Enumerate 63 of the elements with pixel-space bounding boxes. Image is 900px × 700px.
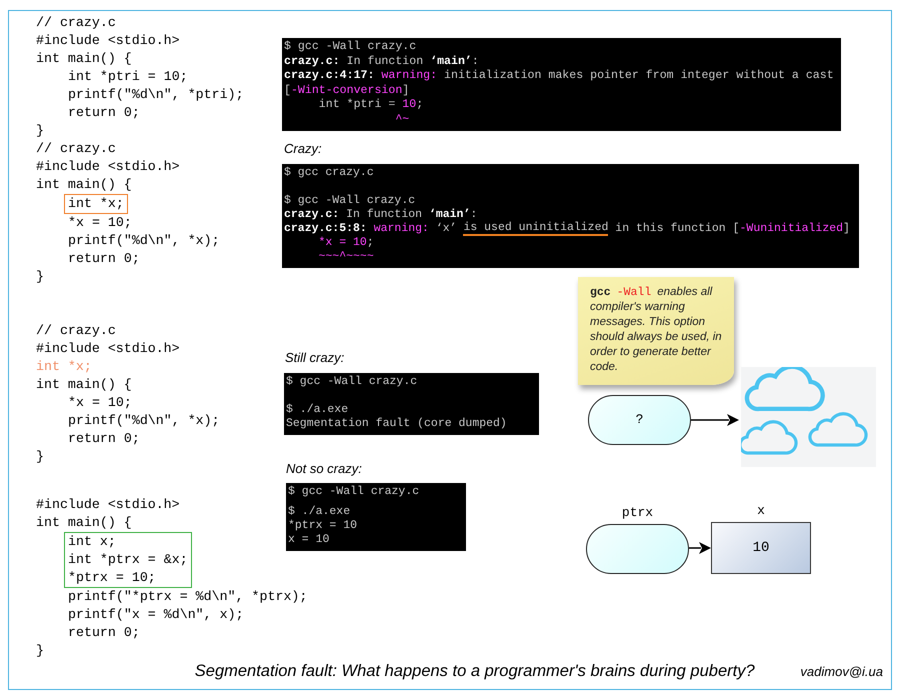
code-line: // crazy.c [36,140,117,158]
terminal-caption: Not so crazy: [286,461,363,477]
code-line: int *ptrx = &x; [68,551,188,569]
code-line: printf("%d\n", *x); [68,232,220,250]
code-line: int *ptri = 10; [68,68,188,86]
code-line: int *x; [68,195,124,213]
memory-box: 10 [711,522,811,574]
pointer-node: ? [588,394,691,444]
code-line: } [36,642,45,660]
code-line: } [36,268,45,286]
code-line: } [36,122,45,140]
terminal-line: $ gcc -Wall crazy.c [284,194,416,208]
code-line: *ptrx = 10; [68,569,157,587]
code-line: return 0; [68,104,140,122]
terminal-caption: Crazy: [284,141,323,157]
terminal-line: [-Wint-conversion] [284,84,410,98]
terminal-line: *ptrx = 10 [288,519,358,533]
terminal-line: $ ./a.exe [286,403,350,417]
terminal-line: crazy.c:4:17: warning: initialization makes pointer from integer without a cast [284,69,835,84]
code-line: return 0; [68,250,140,268]
terminal-line: int *ptri = 10; [318,98,424,112]
terminal-line: $ gcc -Wall crazy.c [284,40,418,54]
terminal-line: $ gcc -Wall crazy.c [286,375,418,389]
terminal-line: $ ./a.exe [288,505,352,519]
code-line: #include <stdio.h> [36,158,181,176]
code-line: int main() { [36,376,133,394]
code-line: #include <stdio.h> [36,340,181,358]
terminal-caption: Still crazy: [285,350,346,366]
code-line: // crazy.c [36,14,117,32]
code-line: #include <stdio.h> [36,32,181,50]
code-line: int main() { [36,176,133,194]
terminal-line: crazy.c: In function ‘main’: [284,54,480,69]
connector-arrow [689,541,711,555]
code-line: printf("x = %d\n", x); [68,606,244,624]
code-line: printf("%d\n", *ptri); [68,86,244,104]
code-line: printf("%d\n", *x); [68,412,220,430]
code-line: int *x; [36,358,93,376]
code-line: return 0; [68,430,140,448]
code-line: // crazy.c [36,322,117,340]
code-line: *x = 10; [68,214,132,232]
terminal-line: crazy.c: In function ‘main’: [284,208,478,222]
terminal-line: $ gcc -Wall crazy.c [288,485,420,499]
terminal-line: crazy.c:5:8: warning: ‘x’ is used uninitialized in this function [-Wuninitialized] [284,222,851,236]
code-line: } [36,448,45,466]
code-line: *x = 10; [68,394,132,412]
terminal-line: *x = 10; [318,236,375,250]
terminal-line: Segmentation fault (core dumped) [286,417,508,431]
variable-label: x [757,503,765,519]
code-line: printf("*ptrx = %d\n", *ptrx); [68,588,308,606]
code-line: int main() { [36,514,133,532]
terminal-line: ~~~^~~~~ [318,250,375,264]
pointer-label: ptrx [622,505,654,521]
terminal-line: x = 10 [288,533,330,547]
code-line: return 0; [68,624,140,642]
author-email: vadimov@i.ua [800,664,883,681]
code-line: int x; [68,533,117,551]
code-line: #include <stdio.h> [36,496,181,514]
terminal-line: ^~ [394,112,410,127]
slide-caption: Segmentation fault: What happens to a programmer's brains during puberty? [194,662,756,681]
terminal-line: $ gcc crazy.c [284,166,375,180]
note-text: gcc -Wall enables all compiler's warning messages. This option should always be used, in order to generate better code. [590,285,723,375]
code-line: int main() { [36,50,133,68]
connector-arrow [691,412,739,426]
